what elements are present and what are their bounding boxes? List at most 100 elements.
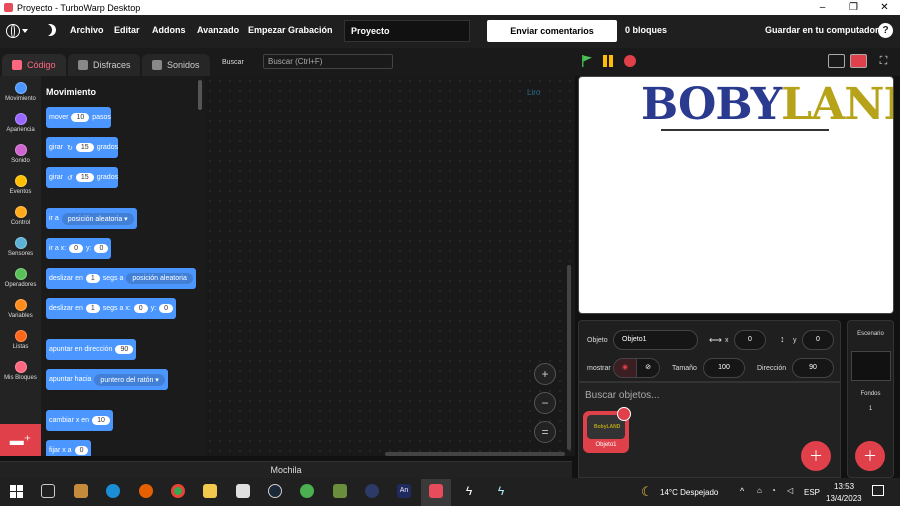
box-app-icon[interactable] <box>74 484 88 498</box>
sprite-name-input[interactable]: Objeto1 <box>613 330 698 350</box>
save-button[interactable]: Guardar en tu computador <box>765 25 879 35</box>
tray-chevron-up-icon[interactable]: ^ <box>740 486 744 496</box>
green-flag-icon[interactable] <box>581 55 593 67</box>
block-turn-left[interactable]: girar ↺ 15 grados <box>46 167 119 188</box>
bolt-icon[interactable]: ϟ <box>462 484 476 498</box>
chevron-down-icon[interactable] <box>22 29 28 33</box>
notification-icon[interactable] <box>872 485 884 496</box>
language-globe-icon[interactable] <box>6 24 20 38</box>
minimize-button[interactable]: – <box>807 0 838 15</box>
category-looks[interactable]: Apariencia <box>0 113 41 133</box>
backpack-bar[interactable]: Mochila <box>0 461 572 478</box>
show-visible-eye-icon[interactable]: ◉ <box>613 358 637 378</box>
block-glide-xy[interactable]: deslizar en 1 segs a x: 0 y: 0 <box>46 298 177 319</box>
project-title-input[interactable]: Proyecto <box>344 20 470 42</box>
delete-sprite-trash-icon[interactable] <box>617 407 631 421</box>
app-ball-icon[interactable] <box>300 484 314 498</box>
help-icon[interactable]: ? <box>878 23 893 38</box>
category-motion[interactable]: Movimiento <box>0 82 41 102</box>
clock-time[interactable]: 13:53 <box>834 482 854 491</box>
block-glide-to[interactable]: deslizar en 1 segs a posición aleatoria <box>46 268 196 289</box>
category-operators[interactable]: Operadores <box>0 268 41 288</box>
block-change-x[interactable]: cambiar x en 10 <box>46 410 113 431</box>
menu-archivo[interactable]: Archivo <box>70 25 104 35</box>
logo-underline <box>661 129 829 131</box>
category-my-blocks[interactable]: Mis Bloques <box>0 361 41 381</box>
app-circle-icon[interactable] <box>365 484 379 498</box>
category-sensing[interactable]: Sensores <box>0 237 41 257</box>
tray-volume-icon[interactable]: ◁ <box>787 486 793 495</box>
zoom-in-button[interactable]: + <box>534 363 556 385</box>
direction-input[interactable]: 90 <box>792 358 834 378</box>
block-move[interactable]: mover 10 pasos <box>46 107 111 128</box>
menu-editar[interactable]: Editar <box>114 25 140 35</box>
task-view-icon[interactable] <box>41 484 55 498</box>
block-goto-xy[interactable]: ir a x: 0 y: 0 <box>46 238 112 259</box>
add-extension-button[interactable]: ▬⁺ <box>0 424 41 456</box>
app-face-icon[interactable] <box>236 484 250 498</box>
category-control[interactable]: Control <box>0 206 41 226</box>
window-titlebar: Proyecto - TurboWarp Desktop – ❐ ✕ <box>0 0 900 15</box>
image-add-icon: ＋ <box>863 448 877 464</box>
turbowarp-icon[interactable] <box>429 484 443 498</box>
category-events[interactable]: Eventos <box>0 175 41 195</box>
sprite-search-input[interactable]: Buscar objetos... <box>585 390 659 401</box>
category-sound[interactable]: Sonido <box>0 144 41 164</box>
minecraft-icon[interactable] <box>333 484 347 498</box>
clock-date[interactable]: 13/4/2023 <box>826 494 862 503</box>
chrome-icon[interactable] <box>171 484 185 498</box>
block-point-towards[interactable]: apuntar hacia puntero del ratón ▾ <box>46 369 168 390</box>
workspace-horizontal-scrollbar[interactable] <box>385 452 565 456</box>
x-input[interactable]: 0 <box>734 330 766 350</box>
block-goto[interactable]: ir a posición aleatoria ▾ <box>46 208 137 229</box>
add-backdrop-button[interactable]: ＋ <box>855 441 885 471</box>
stage-canvas[interactable]: BOBYLAND <box>578 76 894 314</box>
glide-dropdown[interactable]: posición aleatoria <box>126 273 193 284</box>
normal-stage-icon[interactable] <box>850 54 867 68</box>
goto-dropdown[interactable]: posición aleatoria ▾ <box>61 212 134 225</box>
palette-scrollbar[interactable] <box>198 80 202 110</box>
bolt-alt-icon[interactable]: ϟ <box>494 484 508 498</box>
small-stage-icon[interactable] <box>828 54 845 68</box>
search-input[interactable]: Buscar (Ctrl+F) <box>263 54 393 69</box>
tab-costumes[interactable]: Disfraces <box>68 54 140 76</box>
workspace-vertical-scrollbar[interactable] <box>567 265 571 450</box>
menu-avanzado[interactable]: Avanzado <box>197 25 239 35</box>
zoom-out-button[interactable]: − <box>534 392 556 414</box>
weather-text[interactable]: 14°C Despejado <box>660 488 718 497</box>
animate-icon[interactable]: An <box>397 484 411 498</box>
point-towards-dropdown[interactable]: puntero del ratón ▾ <box>94 373 165 386</box>
zoom-reset-button[interactable]: = <box>534 421 556 443</box>
block-turn-right[interactable]: girar ↻ 15 grados <box>46 137 119 158</box>
block-set-x[interactable]: fijar x a 0 <box>46 440 92 456</box>
theme-moon-icon[interactable] <box>40 24 52 36</box>
tray-network-icon[interactable]: ⌂ <box>757 486 762 495</box>
file-explorer-icon[interactable] <box>203 484 217 498</box>
tray-wifi-icon[interactable]: ◔ <box>771 486 776 495</box>
maximize-button[interactable]: ❐ <box>838 0 869 15</box>
add-sprite-button[interactable]: ＋ <box>801 441 831 471</box>
category-lists[interactable]: Listas <box>0 330 41 350</box>
tab-sounds[interactable]: Sonidos <box>142 54 210 76</box>
edge-browser-icon[interactable] <box>106 484 120 498</box>
feedback-button[interactable]: Enviar comentarios (feedback) <box>487 20 617 58</box>
menu-empezar-grabacion[interactable]: Empezar Grabación <box>248 25 333 35</box>
tab-code[interactable]: Código <box>2 54 66 76</box>
category-variables[interactable]: Variables <box>0 299 41 319</box>
pause-icon[interactable] <box>602 55 614 67</box>
close-button[interactable]: ✕ <box>869 0 900 15</box>
stop-icon[interactable] <box>624 55 636 67</box>
stage-thumbnail[interactable] <box>851 351 891 381</box>
firefox-icon[interactable] <box>139 484 153 498</box>
size-input[interactable]: 100 <box>703 358 745 378</box>
block-palette: Movimiento mover 10 pasos girar ↻ 15 gra… <box>41 76 205 456</box>
y-input[interactable]: 0 <box>802 330 834 350</box>
windows-start-icon[interactable] <box>10 485 23 498</box>
language-indicator[interactable]: ESP <box>804 488 820 497</box>
block-point-direction[interactable]: apuntar en dirección 90 <box>46 339 137 360</box>
script-workspace[interactable] <box>205 76 575 456</box>
steam-icon[interactable] <box>268 484 282 498</box>
menu-addons[interactable]: Addons <box>152 25 186 35</box>
hide-eye-slash-icon[interactable]: ⊘ <box>636 358 660 378</box>
fullscreen-icon[interactable]: ⛶ <box>875 54 892 68</box>
